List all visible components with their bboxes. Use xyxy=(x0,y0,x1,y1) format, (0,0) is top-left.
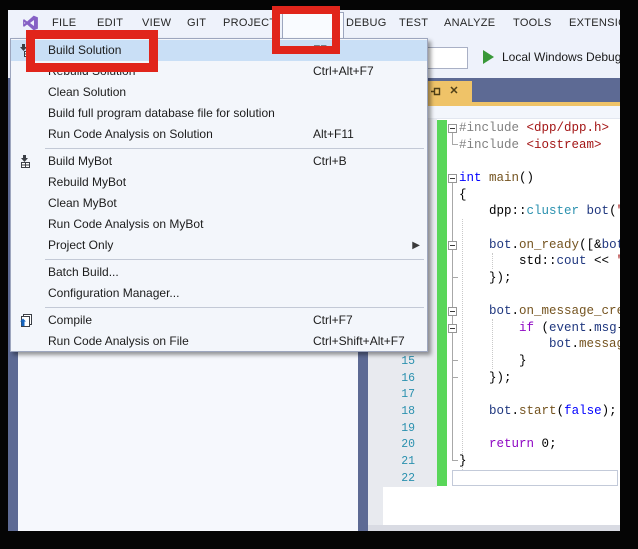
code-text: #include <iostream> xyxy=(459,137,602,154)
menu-item-label: Run Code Analysis on File xyxy=(48,331,189,352)
code-line-21[interactable]: 21} xyxy=(368,453,620,470)
code-line-18[interactable]: 18 bot.start(false); xyxy=(368,403,620,420)
code-text: }); xyxy=(459,370,512,387)
code-text: bot.message_create xyxy=(459,336,620,353)
menu-item-label: Run Code Analysis on MyBot xyxy=(48,214,203,235)
fold-collapse-icon[interactable] xyxy=(448,241,457,250)
compile-icon xyxy=(18,313,33,328)
visual-studio-logo xyxy=(22,15,39,31)
line-number: 18 xyxy=(368,403,415,420)
menu-item-batch-build[interactable]: Batch Build... xyxy=(11,262,427,283)
fold-scope-line xyxy=(452,333,458,361)
menu-item-shortcut: Ctrl+B xyxy=(313,151,347,172)
menu-item-run-code-analysis-on-file[interactable]: Run Code Analysis on File Ctrl+Shift+Alt+… xyxy=(11,331,427,352)
menu-item-build-full-program-database-file-for-solution[interactable]: Build full program database file for sol… xyxy=(11,103,427,124)
menu-item-label: Configuration Manager... xyxy=(48,283,179,304)
screenshot-frame: FILEEDITVIEWGITPROJECTBUILDDEBUGTESTANAL… xyxy=(0,0,638,549)
code-text: } xyxy=(459,453,467,470)
menu-item-run-code-analysis-on-mybot[interactable]: Run Code Analysis on MyBot xyxy=(11,214,427,235)
code-line-15[interactable]: 15 } xyxy=(368,353,620,370)
menu-bar-item-debug[interactable]: DEBUG xyxy=(346,15,387,32)
menu-item-compile[interactable]: Compile Ctrl+F7 xyxy=(11,310,427,331)
fold-scope-line xyxy=(452,133,458,145)
menu-item-label: Rebuild MyBot xyxy=(48,172,126,193)
menu-item-label: Build MyBot xyxy=(48,151,112,172)
code-text: int main() xyxy=(459,170,534,187)
line-number: 20 xyxy=(368,436,415,453)
line-number: 16 xyxy=(368,370,415,387)
code-text: if (event.msg->co xyxy=(459,320,620,337)
code-text: bot.on_ready([&bot]( xyxy=(459,237,620,254)
menu-bar-item-git[interactable]: GIT xyxy=(187,15,206,32)
line-number: 19 xyxy=(368,420,415,437)
line-number: 15 xyxy=(368,353,415,370)
menu-item-label: Project Only xyxy=(48,235,113,256)
debug-target-button[interactable]: Local Windows Debugger xyxy=(502,50,620,65)
menu-item-shortcut: Ctrl+Shift+Alt+F7 xyxy=(313,331,405,352)
code-line-16[interactable]: 16 }); xyxy=(368,370,620,387)
fold-collapse-icon[interactable] xyxy=(448,324,457,333)
fold-scope-line xyxy=(452,250,458,278)
menu-item-clean-mybot[interactable]: Clean MyBot xyxy=(11,193,427,214)
menu-item-configuration-manager[interactable]: Configuration Manager... xyxy=(11,283,427,304)
menu-item-rebuild-mybot[interactable]: Rebuild MyBot xyxy=(11,172,427,193)
pin-icon[interactable] xyxy=(430,85,443,98)
current-line-indicator xyxy=(452,470,618,486)
menu-bar-item-test[interactable]: TEST xyxy=(399,15,428,32)
code-text: }); xyxy=(459,270,512,287)
menu-item-label: Compile xyxy=(48,310,92,331)
code-text: #include <dpp/dpp.h> xyxy=(459,120,609,137)
line-number: 17 xyxy=(368,386,415,403)
run-icon[interactable] xyxy=(483,50,494,64)
menu-bar-item-project[interactable]: PROJECT xyxy=(223,15,276,32)
code-line-19[interactable]: 19 xyxy=(368,420,620,437)
code-text: } xyxy=(459,353,527,370)
code-text: bot.start(false); xyxy=(459,403,617,420)
build-project-icon xyxy=(18,154,33,169)
menu-item-clean-solution[interactable]: Clean Solution xyxy=(11,82,427,103)
menu-item-project-only[interactable]: Project Only ▶ xyxy=(11,235,427,256)
code-text: { xyxy=(459,187,467,204)
menu-item-run-code-analysis-on-solution[interactable]: Run Code Analysis on Solution Alt+F11 xyxy=(11,124,427,145)
menu-item-label: Clean MyBot xyxy=(48,193,117,214)
menu-item-build-mybot[interactable]: Build MyBot Ctrl+B xyxy=(11,151,427,172)
menu-bar-item-analyze[interactable]: ANALYZE xyxy=(444,15,495,32)
code-text: dpp::cluster bot("tok xyxy=(459,203,620,220)
menu-item-label: Build full program database file for sol… xyxy=(48,103,275,124)
close-icon[interactable]: ✕ xyxy=(447,83,461,99)
menu-bar-item-extensions[interactable]: EXTENSIONS xyxy=(569,15,620,32)
editor-scrollbar-strip[interactable] xyxy=(368,525,620,531)
menu-bar-item-tools[interactable]: TOOLS xyxy=(513,15,552,32)
annotation-box-build-solution xyxy=(26,30,158,72)
code-text: bot.on_message_create xyxy=(459,303,620,320)
submenu-arrow-icon: ▶ xyxy=(412,235,420,256)
build-dropdown-menu: Build SolutionF7Rebuild SolutionCtrl+Alt… xyxy=(10,38,428,352)
fold-collapse-icon[interactable] xyxy=(448,307,457,316)
line-number: 21 xyxy=(368,453,415,470)
line-number: 22 xyxy=(368,470,415,487)
menu-item-label: Batch Build... xyxy=(48,262,119,283)
menu-item-shortcut: Ctrl+Alt+F7 xyxy=(313,61,374,82)
code-line-17[interactable]: 17 xyxy=(368,386,620,403)
annotation-box-build-menu xyxy=(272,6,340,54)
fold-collapse-icon[interactable] xyxy=(448,174,457,183)
menu-item-shortcut: Alt+F11 xyxy=(313,124,354,145)
code-line-20[interactable]: 20 return 0; xyxy=(368,436,620,453)
menu-item-label: Clean Solution xyxy=(48,82,126,103)
menu-item-shortcut: Ctrl+F7 xyxy=(313,310,353,331)
menu-item-label: Run Code Analysis on Solution xyxy=(48,124,213,145)
code-text: return 0; xyxy=(459,436,557,453)
fold-collapse-icon[interactable] xyxy=(448,124,457,133)
code-text: std::cout << "Log xyxy=(459,253,620,270)
